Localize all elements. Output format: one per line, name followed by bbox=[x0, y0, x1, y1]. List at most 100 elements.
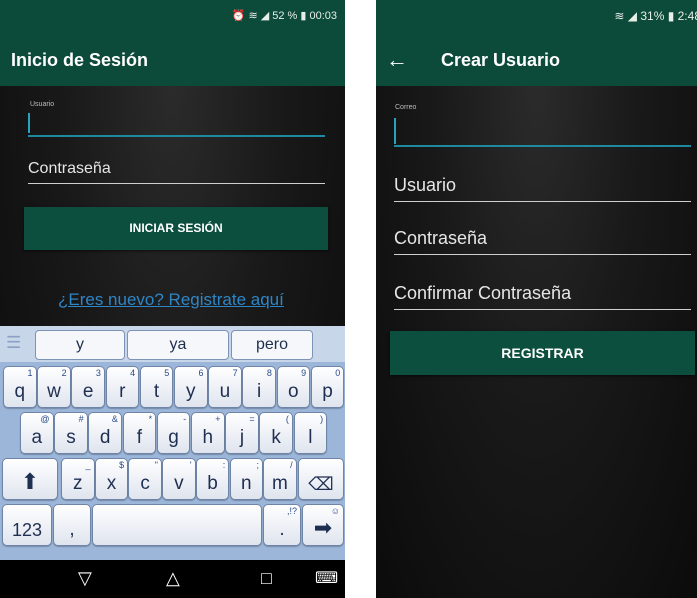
key-y[interactable]: 6y bbox=[174, 366, 208, 408]
enter-key[interactable]: ☺ ➡ bbox=[302, 504, 344, 546]
key-hint: ; bbox=[256, 460, 259, 470]
key-label: v bbox=[174, 473, 184, 494]
key-hint: = bbox=[249, 414, 255, 424]
key-label: r bbox=[119, 381, 126, 402]
login-button[interactable]: INICIAR SESIÓN bbox=[24, 207, 328, 250]
user-input[interactable] bbox=[28, 113, 325, 137]
key-o[interactable]: 9o bbox=[276, 366, 311, 408]
key-m[interactable]: / m bbox=[263, 458, 297, 500]
period-key[interactable]: ,!? . bbox=[263, 504, 301, 546]
key-hint: 4 bbox=[130, 368, 136, 378]
key-label: g bbox=[168, 427, 179, 448]
key-c[interactable]: " c bbox=[128, 458, 162, 500]
key-w[interactable]: 2w bbox=[37, 366, 71, 408]
home-nav-icon[interactable]: △ bbox=[166, 568, 180, 589]
key-hint: - bbox=[183, 414, 187, 424]
numbers-key[interactable]: 123 bbox=[2, 504, 52, 546]
key-j[interactable]: = j bbox=[225, 412, 259, 454]
key-e[interactable]: 3e bbox=[71, 366, 105, 408]
page-title: Crear Usuario bbox=[441, 50, 561, 70]
confirm-password-placeholder: Confirmar Contraseña bbox=[394, 283, 572, 303]
text-cursor bbox=[394, 118, 396, 144]
password-input[interactable]: Contraseña bbox=[28, 156, 325, 184]
confirm-password-input[interactable]: Confirmar Contraseña bbox=[394, 282, 691, 310]
period-key-hint: ,!? bbox=[286, 506, 297, 516]
key-hint: ' bbox=[189, 460, 192, 470]
key-hint: * bbox=[148, 414, 153, 424]
key-v[interactable]: ' v bbox=[162, 458, 196, 500]
key-hint: 9 bbox=[301, 368, 307, 378]
password-placeholder: Contraseña bbox=[394, 228, 488, 248]
key-hint: ( bbox=[285, 414, 289, 424]
keyboard-switch-icon[interactable]: ⌨ bbox=[315, 568, 338, 588]
shift-icon: ⬆ bbox=[20, 469, 40, 494]
key-a[interactable]: @ a bbox=[20, 412, 54, 454]
key-k[interactable]: (k bbox=[259, 412, 293, 454]
key-label: f bbox=[136, 427, 142, 448]
key-label: e bbox=[82, 381, 94, 402]
key-label: x bbox=[106, 473, 117, 494]
user-placeholder: Usuario bbox=[394, 175, 457, 195]
key-h[interactable]: + h bbox=[191, 412, 225, 454]
back-nav-icon[interactable]: ▽ bbox=[78, 568, 92, 589]
back-arrow-icon[interactable]: ← bbox=[386, 47, 408, 73]
recents-nav-icon[interactable]: □ bbox=[261, 568, 272, 589]
key-d[interactable]: & d bbox=[88, 412, 122, 454]
comma-key[interactable]: , bbox=[53, 504, 91, 546]
key-hint: " bbox=[154, 460, 158, 470]
key-label: n bbox=[240, 473, 252, 494]
register-button[interactable]: REGISTRAR bbox=[390, 331, 695, 375]
login-screen: ⏰ ≋ ◢ 52 % ▮ 00:03 Inicio de Sesión Usua… bbox=[0, 0, 345, 598]
key-x[interactable]: $ x bbox=[94, 458, 129, 500]
period-key-label: . bbox=[279, 519, 285, 540]
key-q[interactable]: 1q bbox=[3, 366, 37, 408]
password-input[interactable]: Contraseña bbox=[394, 227, 691, 255]
status-bar: ≋ ◢ 31% ▮ 2:48 bbox=[376, 0, 697, 36]
key-p[interactable]: 0p bbox=[310, 366, 345, 408]
key-hint: $ bbox=[119, 460, 125, 470]
key-hint: ) bbox=[320, 414, 324, 424]
email-input[interactable] bbox=[394, 116, 691, 147]
key-g[interactable]: -g bbox=[156, 412, 191, 454]
comma-key-label: , bbox=[69, 519, 75, 540]
key-l[interactable]: ) l bbox=[293, 412, 328, 454]
key-t[interactable]: 5t bbox=[139, 366, 174, 408]
user-input[interactable]: Usuario bbox=[394, 174, 691, 202]
key-label: k bbox=[271, 427, 281, 448]
key-label: p bbox=[322, 381, 333, 402]
key-label: l bbox=[308, 427, 313, 448]
key-s[interactable]: # s bbox=[54, 412, 88, 454]
key-z[interactable]: _ z bbox=[61, 458, 95, 500]
key-hint: 5 bbox=[164, 368, 170, 378]
key-u[interactable]: 7u bbox=[208, 366, 242, 408]
key-b[interactable]: :b bbox=[195, 458, 230, 500]
key-r[interactable]: 4r bbox=[105, 366, 140, 408]
key-n[interactable]: ; n bbox=[229, 458, 263, 500]
key-label: j bbox=[239, 427, 245, 448]
key-label: a bbox=[31, 427, 43, 448]
shift-key[interactable]: ⬆ bbox=[2, 458, 58, 500]
soft-keyboard: ☰ y ya pero 1 q 2 w 3 e 4 r 5 t 6 y 7 u 8 i 9 o 0 p @ a # s & d * f… bbox=[0, 326, 345, 560]
key-hint: 0 bbox=[335, 368, 341, 378]
register-link[interactable]: ¿Eres nuevo? Registrate aquí bbox=[58, 290, 284, 310]
suggestion-1[interactable]: y bbox=[35, 330, 125, 360]
key-label: w bbox=[47, 381, 61, 402]
key-label: c bbox=[140, 473, 150, 494]
key-i[interactable]: 8i bbox=[242, 366, 276, 408]
nav-bar: ▽ △ □ ⌨ bbox=[0, 560, 345, 598]
keyboard-menu-icon[interactable]: ☰ bbox=[6, 333, 21, 353]
key-hint: 8 bbox=[266, 368, 272, 378]
backspace-icon: ⌫ bbox=[308, 474, 334, 494]
key-f[interactable]: * f bbox=[122, 412, 157, 454]
register-content: Correo Usuario Contraseña Confirmar Cont… bbox=[376, 86, 697, 598]
key-label: y bbox=[186, 381, 196, 402]
user-field-label: Usuario bbox=[30, 101, 55, 108]
register-screen: ≋ ◢ 31% ▮ 2:48 ← Crear Usuario Correo Us… bbox=[376, 0, 697, 598]
suggestion-2[interactable]: ya bbox=[127, 330, 229, 360]
backspace-key[interactable]: ⌫ bbox=[298, 458, 344, 500]
suggestion-3[interactable]: pero bbox=[231, 330, 313, 360]
numbers-key-label: 123 bbox=[11, 520, 43, 540]
space-key[interactable] bbox=[92, 504, 262, 546]
key-label: b bbox=[207, 473, 218, 494]
key-hint: / bbox=[290, 460, 293, 470]
